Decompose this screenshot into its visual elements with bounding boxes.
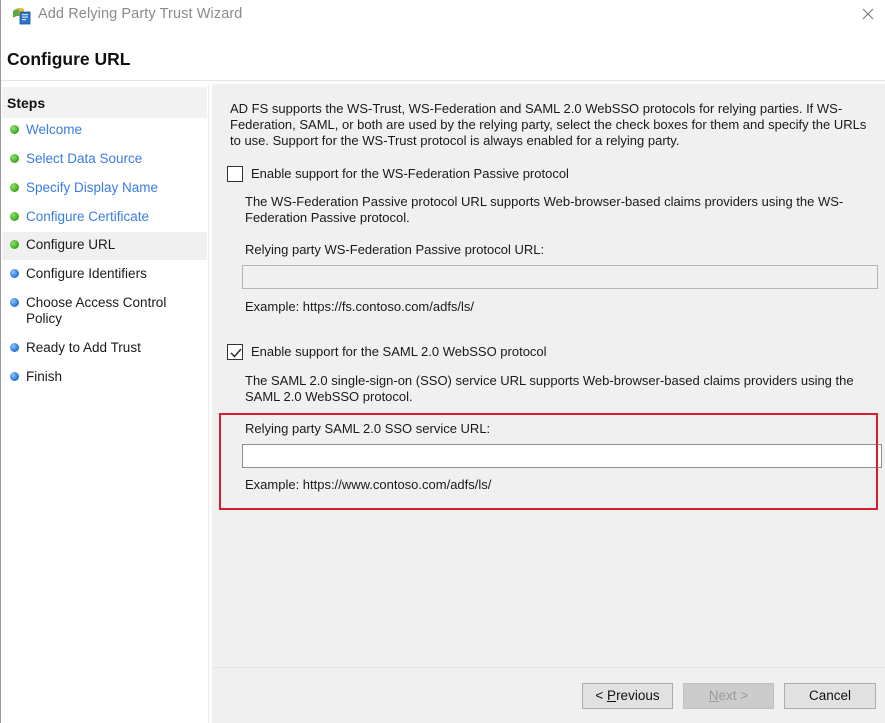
step-pending-icon	[10, 298, 19, 307]
previous-button[interactable]: < Previous	[582, 683, 673, 709]
cancel-button[interactable]: Cancel	[784, 683, 876, 709]
step-configure-certificate[interactable]: Configure Certificate	[2, 207, 207, 229]
step-pending-icon	[10, 372, 19, 381]
step-pending-icon	[10, 269, 19, 278]
step-label: Ready to Add Trust	[26, 340, 141, 355]
previous-rest: revious	[616, 688, 660, 703]
step-label: Choose Access Control Policy	[26, 295, 167, 326]
page-title: Configure URL	[7, 49, 131, 69]
saml-example: Example: https://www.contoso.com/adfs/ls…	[245, 477, 492, 492]
previous-accelerator: P	[607, 688, 617, 703]
step-label: Configure Identifiers	[26, 266, 147, 281]
title-bar: Add Relying Party Trust Wizard	[1, 0, 885, 30]
checkmark-icon	[230, 348, 242, 358]
ws-federation-description: The WS-Federation Passive protocol URL s…	[245, 194, 844, 225]
steps-panel: Steps Welcome Select Data Source Specify…	[2, 84, 209, 723]
ws-federation-example: Example: https://fs.contoso.com/adfs/ls/	[245, 299, 475, 314]
ws-federation-checkbox-row[interactable]: Enable support for the WS-Federation Pas…	[227, 166, 627, 184]
step-label: Select Data Source	[26, 151, 143, 166]
step-complete-icon	[10, 183, 19, 192]
ws-federation-checkbox[interactable]	[227, 166, 243, 182]
saml-checkbox-row[interactable]: Enable support for the SAML 2.0 WebSSO p…	[227, 344, 627, 362]
step-configure-url: Configure URL	[2, 232, 207, 260]
step-label: Welcome	[26, 122, 83, 137]
step-complete-icon	[10, 125, 19, 134]
step-current-icon	[10, 240, 19, 249]
next-rest: ext >	[718, 688, 749, 703]
step-label: Specify Display Name	[26, 180, 159, 195]
saml-checkbox-label: Enable support for the SAML 2.0 WebSSO p…	[251, 344, 547, 359]
saml-description: The SAML 2.0 single-sign-on (SSO) servic…	[245, 373, 854, 404]
step-finish: Finish	[2, 367, 207, 389]
content-panel: AD FS supports the WS-Trust, WS-Federati…	[212, 84, 885, 723]
step-ready-to-add-trust: Ready to Add Trust	[2, 338, 207, 360]
ws-federation-url-label: Relying party WS-Federation Passive prot…	[245, 242, 545, 257]
saml-url-label: Relying party SAML 2.0 SSO service URL:	[245, 421, 491, 436]
step-configure-identifiers: Configure Identifiers	[2, 264, 207, 286]
step-welcome[interactable]: Welcome	[2, 120, 207, 142]
saml-checkbox[interactable]	[227, 344, 243, 360]
wizard-window: Add Relying Party Trust Wizard Configure…	[0, 0, 885, 723]
close-button[interactable]	[856, 4, 880, 26]
step-complete-icon	[10, 212, 19, 221]
step-complete-icon	[10, 154, 19, 163]
previous-prefix: <	[595, 688, 608, 703]
close-icon	[862, 8, 874, 20]
step-select-data-source[interactable]: Select Data Source	[2, 149, 207, 171]
step-specify-display-name[interactable]: Specify Display Name	[2, 178, 207, 200]
step-pending-icon	[10, 343, 19, 352]
step-label: Configure URL	[26, 237, 116, 252]
steps-title: Steps	[7, 95, 46, 111]
relying-party-wizard-icon	[12, 5, 32, 25]
footer-divider	[212, 667, 885, 668]
saml-sso-url-input[interactable]	[242, 444, 882, 468]
ws-federation-url-input[interactable]	[242, 265, 878, 289]
next-button[interactable]: Next >	[683, 683, 774, 709]
step-choose-access-control-policy: Choose Access Control Policy	[2, 293, 207, 329]
page-header: Configure URL	[1, 30, 885, 81]
window-title: Add Relying Party Trust Wizard	[38, 6, 243, 22]
intro-text: AD FS supports the WS-Trust, WS-Federati…	[230, 101, 867, 148]
step-label: Configure Certificate	[26, 209, 150, 224]
step-label: Finish	[26, 369, 63, 384]
steps-header: Steps	[2, 87, 207, 118]
ws-federation-checkbox-label: Enable support for the WS-Federation Pas…	[251, 166, 569, 181]
next-accelerator: N	[708, 688, 719, 703]
